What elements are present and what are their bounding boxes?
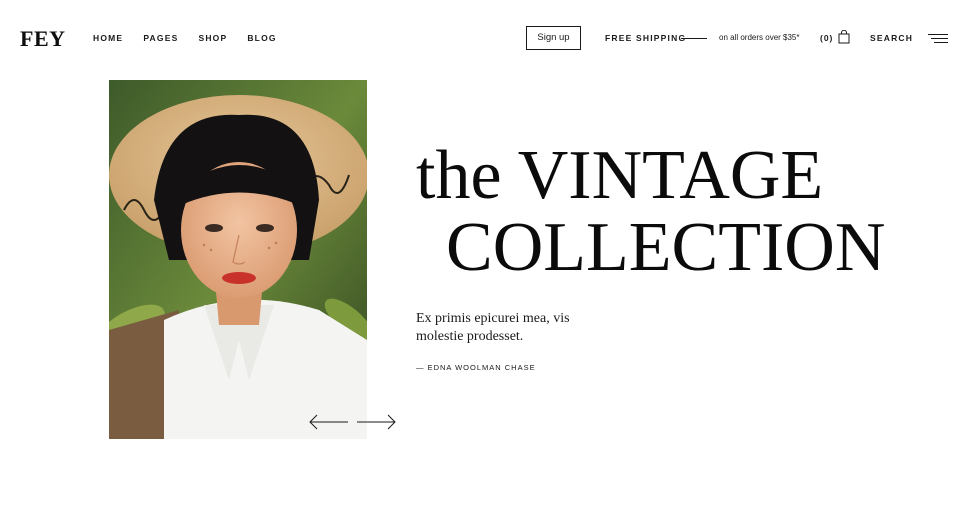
free-shipping-label: FREE SHIPPING [605,33,687,43]
shipping-note: on all orders over $35* [719,33,800,42]
nav-item-blog[interactable]: BLOG [247,33,276,43]
headline-line-1: the VINTAGE [416,137,824,214]
search-link[interactable]: SEARCH [870,33,913,43]
shopping-bag-icon[interactable] [838,29,850,44]
main-nav: HOME PAGES SHOP BLOG [93,33,297,43]
headline-line-2: COLLECTION [446,209,886,286]
nav-item-home[interactable]: HOME [93,33,123,43]
quote-attribution: — EDNA WOOLMAN CHASE [416,363,536,372]
site-header: FEY HOME PAGES SHOP BLOG Sign up FREE SH… [0,0,969,78]
nav-item-shop[interactable]: SHOP [198,33,227,43]
hero-portrait-image [109,80,367,439]
arrow-right-icon[interactable] [357,412,397,432]
shipping-divider [681,38,707,39]
cart-count[interactable]: (0) [820,33,833,43]
hamburger-menu-icon[interactable] [928,33,948,44]
signup-button[interactable]: Sign up [526,26,581,50]
site-logo[interactable]: FEY [20,26,66,52]
hero-quote: Ex primis epicurei mea, vis molestie pro… [416,311,570,344]
nav-item-pages[interactable]: PAGES [143,33,178,43]
hero-headline: the VINTAGE COLLECTION [416,140,885,284]
arrow-left-icon[interactable] [308,412,348,432]
